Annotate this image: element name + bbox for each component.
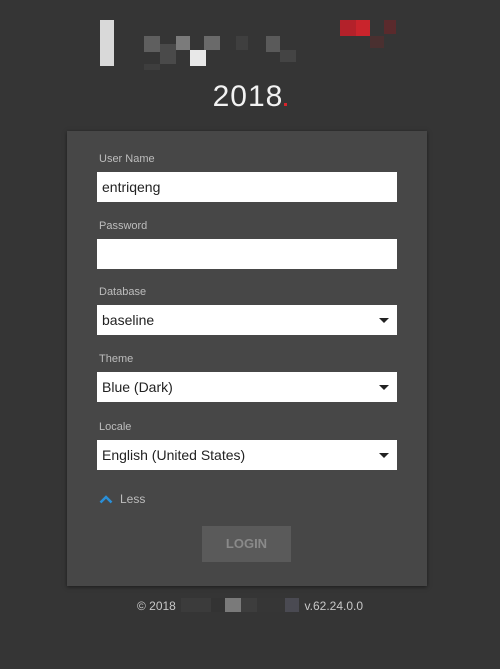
- locale-label: Locale: [99, 421, 132, 433]
- caret-down-icon: [379, 453, 389, 458]
- password-input[interactable]: [97, 239, 397, 269]
- locale-value: English (United States): [102, 447, 246, 463]
- product-year: 2018: [0, 80, 500, 114]
- less-label: Less: [120, 492, 146, 506]
- theme-value: Blue (Dark): [102, 379, 173, 395]
- chevron-up-icon: [99, 495, 113, 504]
- database-value: baseline: [102, 312, 155, 328]
- theme-select[interactable]: Blue (Dark): [97, 372, 397, 402]
- username-input[interactable]: [97, 172, 397, 202]
- year-text: 2018: [212, 80, 284, 113]
- login-page: 2018 User Name Password Database baselin…: [0, 0, 500, 669]
- locale-select[interactable]: English (United States): [97, 440, 397, 470]
- copyright-text: © 2018: [136, 599, 176, 613]
- brand-dot-icon: [284, 103, 288, 106]
- less-options-toggle[interactable]: Less: [99, 491, 145, 507]
- caret-down-icon: [379, 318, 389, 323]
- database-label: Database: [99, 286, 147, 298]
- redacted-company-name: [181, 598, 300, 612]
- login-card: User Name Password Database baseline The…: [67, 131, 427, 586]
- theme-label: Theme: [99, 353, 134, 365]
- username-label: User Name: [99, 153, 155, 165]
- version-text: v.62.24.0.0: [304, 599, 364, 613]
- caret-down-icon: [379, 385, 389, 390]
- brand-logo: [100, 20, 400, 70]
- database-select[interactable]: baseline: [97, 305, 397, 335]
- password-label: Password: [99, 220, 148, 232]
- footer: © 2018 v.62.24.0.0: [0, 598, 500, 613]
- login-button[interactable]: LOGIN: [202, 526, 291, 562]
